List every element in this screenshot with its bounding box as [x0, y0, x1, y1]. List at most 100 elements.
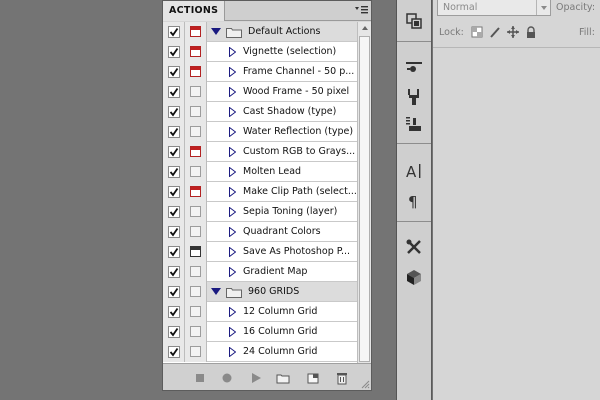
dialog-icon[interactable] [190, 146, 201, 157]
action-row[interactable]: Make Clip Path (select... [163, 182, 357, 202]
record-icon[interactable] [220, 371, 234, 385]
dialog-icon[interactable] [190, 66, 201, 77]
collapsed-triangle-icon[interactable] [229, 106, 237, 118]
action-row[interactable]: Cast Shadow (type) [163, 102, 357, 122]
actions-scrollbar[interactable] [357, 22, 371, 363]
toggle-item-cell[interactable] [163, 82, 185, 102]
toggle-item-cell[interactable] [163, 142, 185, 162]
dialog-toggle-cell[interactable] [185, 282, 207, 302]
3d-icon[interactable] [405, 268, 423, 286]
action-row[interactable]: Custom RGB to Grays... [163, 142, 357, 162]
checkmark-icon[interactable] [168, 246, 180, 258]
toggle-item-cell[interactable] [163, 342, 185, 362]
dialog-icon[interactable] [190, 46, 201, 57]
dialog-icon[interactable] [190, 306, 201, 317]
collapsed-triangle-icon[interactable] [229, 126, 237, 138]
toggle-item-cell[interactable] [163, 62, 185, 82]
collapsed-triangle-icon[interactable] [229, 246, 237, 258]
expand-triangle-icon[interactable] [211, 28, 221, 36]
action-set-row[interactable]: Default Actions [163, 22, 357, 42]
collapsed-triangle-icon[interactable] [229, 306, 237, 318]
collapsed-triangle-icon[interactable] [229, 226, 237, 238]
collapsed-triangle-icon[interactable] [229, 266, 237, 278]
stop-icon[interactable] [193, 371, 207, 385]
toggle-item-cell[interactable] [163, 302, 185, 322]
paragraph-icon[interactable]: ¶ [405, 192, 423, 211]
dialog-icon[interactable] [190, 26, 201, 37]
collapsed-triangle-icon[interactable] [229, 326, 237, 338]
checkmark-icon[interactable] [168, 346, 180, 358]
dialog-toggle-cell[interactable] [185, 302, 207, 322]
character-icon[interactable]: A [405, 162, 423, 181]
collapsed-triangle-icon[interactable] [229, 46, 237, 58]
dialog-icon[interactable] [190, 186, 201, 197]
collapsed-triangle-icon[interactable] [229, 146, 237, 158]
blend-mode-select[interactable]: Normal [437, 0, 551, 16]
checkmark-icon[interactable] [168, 106, 180, 118]
toggle-item-cell[interactable] [163, 242, 185, 262]
new-action-icon[interactable] [306, 371, 320, 385]
checkmark-icon[interactable] [168, 226, 180, 238]
toggle-item-cell[interactable] [163, 22, 185, 42]
checkmark-icon[interactable] [168, 166, 180, 178]
dialog-toggle-cell[interactable] [185, 222, 207, 242]
action-row[interactable]: Gradient Map [163, 262, 357, 282]
scroll-thumb[interactable] [359, 36, 370, 362]
action-row[interactable]: Water Reflection (type) [163, 122, 357, 142]
action-row[interactable]: Molten Lead [163, 162, 357, 182]
scroll-up-arrow-icon[interactable] [359, 22, 371, 34]
action-row[interactable]: Wood Frame - 50 pixel [163, 82, 357, 102]
dialog-icon[interactable] [190, 206, 201, 217]
action-row[interactable]: Frame Channel - 50 p... [163, 62, 357, 82]
lock-transparent-icon[interactable] [471, 26, 483, 38]
action-row[interactable]: Save As Photoshop P... [163, 242, 357, 262]
new-set-icon[interactable] [276, 371, 290, 385]
toggle-item-cell[interactable] [163, 162, 185, 182]
dialog-toggle-cell[interactable] [185, 342, 207, 362]
dialog-toggle-cell[interactable] [185, 242, 207, 262]
checkmark-icon[interactable] [168, 306, 180, 318]
layer-comps-icon[interactable] [405, 12, 423, 30]
lock-pixels-icon[interactable] [489, 26, 501, 38]
checkmark-icon[interactable] [168, 146, 180, 158]
dialog-icon[interactable] [190, 286, 201, 297]
action-row[interactable]: Quadrant Colors [163, 222, 357, 242]
collapsed-triangle-icon[interactable] [229, 206, 237, 218]
dialog-toggle-cell[interactable] [185, 262, 207, 282]
dialog-toggle-cell[interactable] [185, 122, 207, 142]
tools-icon[interactable] [405, 238, 423, 256]
chevron-down-icon[interactable] [536, 0, 550, 15]
dialog-icon[interactable] [190, 246, 201, 257]
toggle-item-cell[interactable] [163, 222, 185, 242]
action-row[interactable]: 16 Column Grid [163, 322, 357, 342]
collapsed-triangle-icon[interactable] [229, 186, 237, 198]
checkmark-icon[interactable] [168, 266, 180, 278]
dialog-toggle-cell[interactable] [185, 22, 207, 42]
dialog-icon[interactable] [190, 166, 201, 177]
play-icon[interactable] [249, 371, 263, 385]
collapsed-triangle-icon[interactable] [229, 86, 237, 98]
checkmark-icon[interactable] [168, 66, 180, 78]
clone-source-icon[interactable] [405, 88, 423, 106]
dialog-toggle-cell[interactable] [185, 162, 207, 182]
dialog-icon[interactable] [190, 266, 201, 277]
toggle-item-cell[interactable] [163, 42, 185, 62]
action-set-row[interactable]: 960 GRIDS [163, 282, 357, 302]
dialog-toggle-cell[interactable] [185, 322, 207, 342]
dialog-icon[interactable] [190, 106, 201, 117]
dialog-toggle-cell[interactable] [185, 142, 207, 162]
trash-icon[interactable] [335, 371, 349, 385]
action-row[interactable]: Vignette (selection) [163, 42, 357, 62]
lock-all-icon[interactable] [525, 26, 537, 38]
lock-position-icon[interactable] [507, 26, 519, 38]
collapsed-triangle-icon[interactable] [229, 166, 237, 178]
toggle-item-cell[interactable] [163, 202, 185, 222]
expand-triangle-icon[interactable] [211, 288, 221, 296]
toggle-item-cell[interactable] [163, 122, 185, 142]
toggle-item-cell[interactable] [163, 262, 185, 282]
dialog-toggle-cell[interactable] [185, 182, 207, 202]
toggle-item-cell[interactable] [163, 102, 185, 122]
dialog-toggle-cell[interactable] [185, 62, 207, 82]
dialog-icon[interactable] [190, 226, 201, 237]
tab-actions[interactable]: ACTIONS [163, 1, 226, 21]
